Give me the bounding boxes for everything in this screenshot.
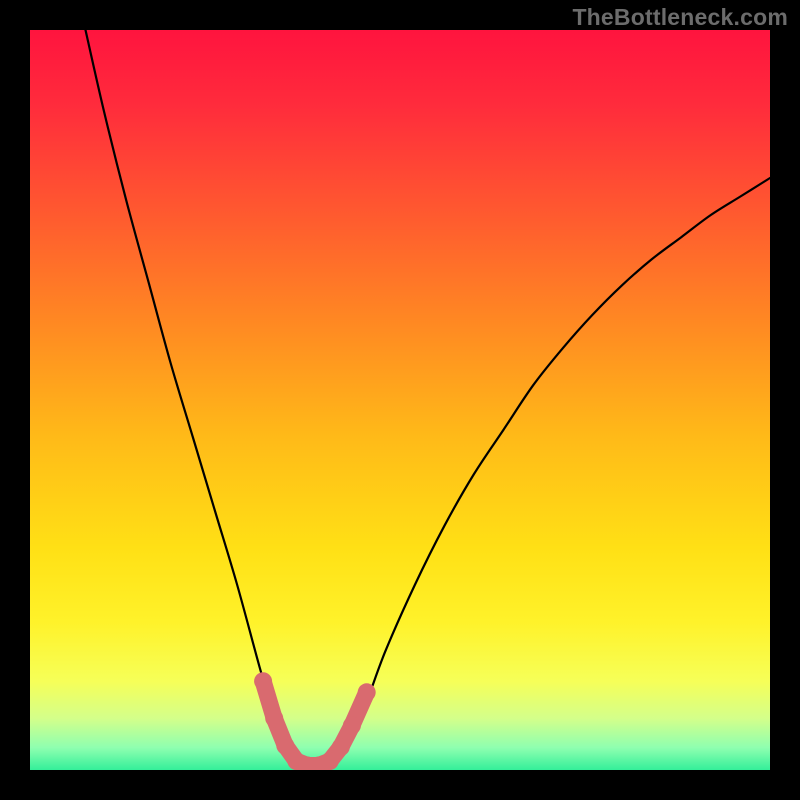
highlight-dot [343, 717, 361, 735]
curve-layer [30, 30, 770, 770]
highlight-dot [358, 683, 376, 701]
chart-frame: TheBottleneck.com [0, 0, 800, 800]
bottleneck-curve [86, 30, 771, 766]
highlight-dot [254, 672, 272, 690]
highlight-dot [276, 737, 294, 755]
watermark-text: TheBottleneck.com [572, 4, 788, 31]
plot-area [30, 30, 770, 770]
highlight-dot [265, 709, 283, 727]
highlight-dot [321, 752, 339, 770]
optimal-range-markers [254, 672, 376, 770]
highlight-dot [332, 738, 350, 756]
